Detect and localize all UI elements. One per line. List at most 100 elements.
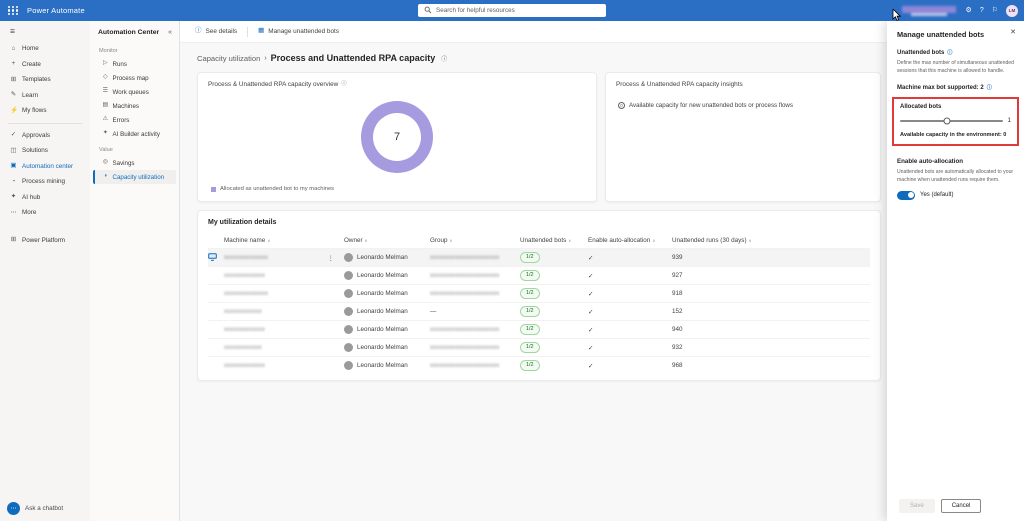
- auto-allocation-toggle[interactable]: [897, 191, 915, 200]
- subnav-item-ai-builder-activity[interactable]: ✦AI Builder activity: [93, 127, 176, 141]
- zero-capacity-icon: 0: [618, 102, 625, 109]
- sidebar-item-home[interactable]: ⌂Home: [0, 41, 90, 57]
- sidebar-item-process-mining[interactable]: ◔Process mining: [0, 174, 90, 190]
- subnav-item-machines[interactable]: ▤Machines: [93, 99, 176, 113]
- unattended-bots-info-icon[interactable]: ⓘ: [947, 51, 952, 56]
- app-launcher-icon[interactable]: [8, 6, 18, 16]
- sidebar-item-automation-center[interactable]: ▣Automation center: [0, 159, 90, 175]
- group-empty-dash: —: [430, 308, 436, 315]
- chat-bubble-icon[interactable]: ⋯: [7, 502, 20, 515]
- machine-name-cell: xxxxxxxxxxxx: [224, 344, 344, 351]
- user-avatar[interactable]: LM: [1006, 5, 1018, 17]
- help-icon[interactable]: ?: [980, 7, 984, 14]
- annotation-highlight-box: Allocated bots 1 Available capacity in t…: [892, 97, 1019, 146]
- group-name-redacted: xxxxxxxxxxxxxxxxxxxxxx: [430, 290, 499, 297]
- machine-name-redacted: xxxxxxxxxxxxx: [224, 362, 265, 369]
- checkmark-icon: ✓: [588, 291, 593, 298]
- environment-name-redacted[interactable]: [902, 5, 958, 17]
- chatbot-launcher: ⋯ Ask a chatbot: [7, 502, 63, 515]
- sidebar-item-label: Approvals: [22, 132, 50, 139]
- row-more-icon[interactable]: ⋮: [328, 254, 335, 262]
- allocated-bots-slider[interactable]: [900, 120, 1003, 122]
- create-icon: +: [10, 61, 17, 68]
- column-header[interactable]: Group∨: [430, 237, 520, 244]
- subnav-item-savings[interactable]: ◎Savings: [93, 156, 176, 170]
- allocated-bots-value: 1: [1008, 118, 1011, 124]
- sidebar-item-power-platform[interactable]: ⊞ Power Platform: [0, 233, 90, 249]
- owner-cell: Leonardo Melman: [344, 253, 430, 262]
- subnav-item-capacity-utilization[interactable]: ◑Capacity utilization: [93, 170, 176, 184]
- column-header[interactable]: Enable auto-allocation∨: [588, 237, 672, 244]
- table-row[interactable]: xxxxxxxxxxxxLeonardo Melman—1/2✓152: [208, 302, 870, 320]
- unattended-bots-cell: 1/2: [520, 342, 588, 352]
- machine-name-redacted: xxxxxxxxxxxx: [224, 344, 262, 351]
- column-header[interactable]: Unattended bots∨: [520, 237, 588, 244]
- manage-unattended-bots-button[interactable]: ▦ Manage unattended bots: [258, 28, 339, 35]
- sidebar-item-learn[interactable]: ✎Learn: [0, 88, 90, 104]
- subnav-item-errors[interactable]: ⚠Errors: [93, 113, 176, 127]
- group-cell: —: [430, 308, 520, 315]
- sidebar-item-ai-hub[interactable]: ✦AI hub: [0, 190, 90, 206]
- group-name-redacted: xxxxxxxxxxxxxxxxxxxxxx: [430, 344, 499, 351]
- templates-icon: ⊞: [10, 77, 17, 84]
- bots-count-badge: 1/2: [520, 342, 540, 352]
- info-circle-icon: ⓘ: [195, 28, 202, 35]
- checkmark-icon: ✓: [588, 363, 593, 370]
- approvals-icon: ✓: [10, 132, 17, 139]
- manage-unattended-bots-panel: ✕ Manage unattended bots Unattended bots…: [887, 21, 1024, 521]
- overview-info-icon[interactable]: ⓘ: [341, 82, 347, 88]
- search-input[interactable]: Search for helpful resources: [418, 4, 606, 17]
- table-header-row: Machine name∨Owner∨Group∨Unattended bots…: [208, 232, 870, 248]
- machine-name-cell: xxxxxxxxxxxxxx: [224, 290, 344, 297]
- bots-count-badge: 1/2: [520, 360, 540, 370]
- slider-knob[interactable]: [944, 118, 951, 125]
- bots-count-badge: 1/2: [520, 306, 540, 316]
- utilization-table: Machine name∨Owner∨Group∨Unattended bots…: [198, 232, 880, 374]
- machine-name-redacted: xxxxxxxxxxxxxx: [224, 254, 268, 261]
- table-row[interactable]: xxxxxxxxxxxxxLeonardo Melmanxxxxxxxxxxxx…: [208, 320, 870, 338]
- table-row[interactable]: xxxxxxxxxxxxLeonardo Melmanxxxxxxxxxxxxx…: [208, 338, 870, 356]
- checkmark-icon: ✓: [588, 273, 593, 280]
- settings-gear-icon[interactable]: ⚙: [966, 7, 972, 14]
- machine-name-cell: xxxxxxxxxxxx: [224, 308, 344, 315]
- sidebar-item-solutions[interactable]: ◫Solutions: [0, 143, 90, 159]
- left-nav-items: ⌂Home+Create⊞Templates✎Learn⚡My flows ✓ Ap…: [0, 41, 90, 221]
- close-icon[interactable]: ✕: [1010, 28, 1016, 36]
- auto-allocation-cell: ✓: [588, 254, 672, 262]
- auto-allocation-cell: ✓: [588, 344, 672, 352]
- table-row[interactable]: xxxxxxxxxxxxxLeonardo Melmanxxxxxxxxxxxx…: [208, 266, 870, 284]
- table-row[interactable]: xxxxxxxxxxxxxxLeonardo Melmanxxxxxxxxxxx…: [208, 284, 870, 302]
- machine-name-redacted: xxxxxxxxxxxxx: [224, 272, 265, 279]
- subnav-item-label: Work queues: [113, 89, 149, 96]
- column-header[interactable]: Owner∨: [344, 237, 430, 244]
- announcement-icon[interactable]: ⚐: [992, 7, 998, 14]
- owner-cell: Leonardo Melman: [344, 307, 430, 316]
- page-title-info-icon[interactable]: ⓘ: [441, 54, 447, 63]
- table-row[interactable]: xxxxxxxxxxxxxLeonardo Melmanxxxxxxxxxxxx…: [208, 356, 870, 374]
- sidebar-item-approvals[interactable]: ✓ Approvals: [0, 128, 90, 144]
- panel-collapse-icon[interactable]: «: [168, 29, 172, 36]
- donut-value: 7: [394, 131, 400, 143]
- see-details-button[interactable]: ⓘ See details: [195, 28, 237, 35]
- subnav-item-process-map[interactable]: ◇Process map: [93, 71, 176, 85]
- nav-collapse-icon[interactable]: ≡: [0, 21, 90, 41]
- sidebar-item-my-flows[interactable]: ⚡My flows: [0, 103, 90, 119]
- column-header[interactable]: Machine name∨: [224, 237, 344, 244]
- subnav-item-runs[interactable]: ▷Runs: [93, 57, 176, 71]
- sidebar-item-create[interactable]: +Create: [0, 57, 90, 73]
- breadcrumb-parent[interactable]: Capacity utilization: [197, 54, 260, 63]
- table-row[interactable]: xxxxxxxxxxxxxx⋮Leonardo Melmanxxxxxxxxxx…: [208, 248, 870, 266]
- unattended-runs-cell: 152: [672, 308, 870, 315]
- auto-allocation-description: Unattended bots are automatically alloca…: [897, 169, 1014, 185]
- cancel-button[interactable]: Cancel: [941, 499, 982, 513]
- save-button[interactable]: Save: [899, 499, 935, 513]
- max-bots-info-icon[interactable]: ⓘ: [987, 86, 992, 91]
- subnav-item-work-queues[interactable]: ☰ Work queues: [93, 85, 176, 99]
- column-header[interactable]: Unattended runs (30 days)∨: [672, 237, 870, 244]
- sidebar-item-more[interactable]: ⋯More: [0, 205, 90, 221]
- unattended-bots-cell: 1/2: [520, 324, 588, 334]
- unattended-bots-cell: 1/2: [520, 306, 588, 316]
- work-queues-icon: ☰: [102, 89, 109, 95]
- sidebar-item-templates[interactable]: ⊞Templates: [0, 72, 90, 88]
- owner-avatar: [344, 307, 353, 316]
